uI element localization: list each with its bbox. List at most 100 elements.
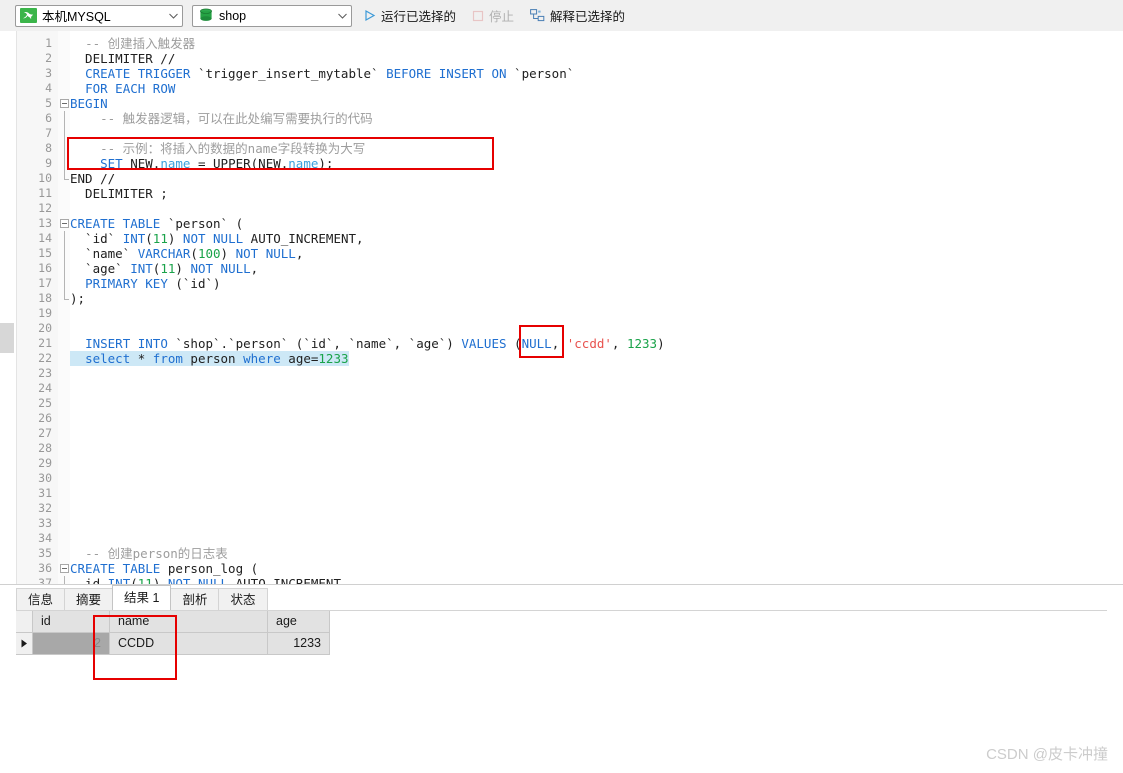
vertical-scroll-thumb[interactable] (0, 323, 14, 353)
cell-age[interactable]: 1233 (268, 633, 330, 655)
code-line[interactable]: CREATE TABLE person_log ( (70, 561, 258, 576)
line-number: 35 (38, 546, 52, 560)
code-line[interactable]: -- 触发器逻辑，可以在此处编写需要执行的代码 (70, 111, 373, 126)
code-line[interactable]: -- 示例：将插入的数据的name字段转换为大写 (70, 141, 365, 156)
code-token: age= (280, 351, 319, 366)
line-number: 2 (45, 51, 52, 65)
code-line[interactable]: BEGIN (70, 96, 108, 111)
code-token: 100 (197, 246, 221, 261)
fold-collapse-icon[interactable] (60, 219, 69, 228)
database-selector[interactable]: shop (192, 4, 352, 27)
column-header[interactable]: age (268, 611, 330, 633)
current-row-indicator (16, 633, 33, 655)
explain-selected-button[interactable]: 解释已选择的 (525, 4, 630, 28)
chevron-down-icon[interactable] (165, 13, 182, 19)
cell-id[interactable]: 2 (33, 633, 110, 655)
code-token: DELIMITER ; (70, 186, 168, 201)
code-line[interactable]: `id` INT(11) NOT NULL AUTO_INCREMENT, (70, 231, 364, 246)
code-line[interactable]: -- 创建插入触发器 (70, 36, 195, 51)
fold-collapse-icon[interactable] (60, 99, 69, 108)
fold-guide-line (64, 126, 65, 141)
code-token: INT (122, 231, 146, 246)
mysql-dolphin-icon (20, 8, 37, 23)
code-token: `shop`.`person` (`id`, `name`, `age`) (167, 336, 462, 351)
code-token: END // (70, 171, 116, 186)
code-token: SET (100, 156, 123, 171)
code-line[interactable]: INSERT INTO `shop`.`person` (`id`, `name… (70, 336, 665, 351)
code-line[interactable]: id INT(11) NOT NULL AUTO_INCREMENT, (70, 576, 348, 584)
code-line[interactable]: SET NEW.name = UPPER(NEW.name); (70, 156, 333, 171)
code-token: , (551, 336, 567, 351)
connection-selector[interactable]: 本机MYSQL (15, 4, 183, 27)
tab-active[interactable]: 结果 1 (112, 585, 172, 610)
line-number: 6 (45, 111, 52, 125)
code-line[interactable]: `name` VARCHAR(100) NOT NULL, (70, 246, 303, 261)
line-number: 21 (38, 336, 52, 350)
table-row[interactable]: 2 CCDD 1233 (16, 633, 330, 655)
code-line[interactable]: FOR EACH ROW (70, 81, 175, 96)
code-line[interactable]: END // (70, 171, 115, 186)
fold-guide-line (64, 141, 65, 156)
code-line[interactable]: PRIMARY KEY (`id`) (70, 276, 220, 291)
sql-editor-window: 本机MYSQL shop 运行已选择的 停止 解释已选择的 1 2 3 4 5 … (0, 0, 1123, 773)
line-number: 27 (38, 426, 52, 440)
code-token: ( (190, 246, 198, 261)
code-line[interactable]: DELIMITER // (70, 51, 175, 66)
stop-button[interactable]: 停止 (467, 4, 519, 28)
column-header[interactable]: id (33, 611, 110, 633)
line-number: 5 (45, 96, 52, 110)
fold-guide-line (64, 291, 65, 299)
fold-collapse-icon[interactable] (60, 564, 69, 573)
code-line[interactable]: DELIMITER ; (70, 186, 168, 201)
tab-item[interactable]: 摘要 (64, 588, 114, 610)
fold-guide-line (64, 261, 65, 276)
fold-guide-line (64, 276, 65, 291)
code-line[interactable]: CREATE TABLE `person` ( (70, 216, 243, 231)
code-line[interactable]: `age` INT(11) NOT NULL, (70, 261, 258, 276)
code-token: VALUES (461, 336, 507, 351)
tab-item[interactable]: 状态 (218, 588, 268, 610)
code-token: name (288, 156, 319, 171)
line-number: 1 (45, 36, 52, 50)
sql-code-editor[interactable]: 1 2 3 4 5 6 7 8 9 10 11 12 13 14 15 16 17 18 19 20 21 22 23 24 2… (0, 31, 1123, 584)
code-fold-column[interactable] (58, 31, 70, 584)
line-number: 12 (38, 201, 52, 215)
line-number: 24 (38, 381, 52, 395)
code-line[interactable]: CREATE TRIGGER `trigger_insert_mytable` … (70, 66, 574, 81)
line-number: 3 (45, 66, 52, 80)
line-number: 13 (38, 216, 52, 230)
line-number: 32 (38, 501, 52, 515)
results-grid[interactable]: id name age 2 CCDD 1233 (16, 611, 1107, 671)
cell-name[interactable]: CCDD (110, 633, 268, 655)
line-number: 30 (38, 471, 52, 485)
run-selected-button[interactable]: 运行已选择的 (358, 4, 461, 28)
code-line[interactable]: select * from person where age=1233 (70, 351, 349, 366)
code-token: -- 触发器逻辑，可以在此处编写需要执行的代码 (100, 111, 373, 126)
chevron-down-icon[interactable] (334, 13, 351, 19)
line-number: 10 (38, 171, 52, 185)
code-text-area[interactable]: -- 创建插入触发器 DELIMITER // CREATE TRIGGER `… (70, 31, 1123, 584)
code-line[interactable]: ); (70, 291, 85, 306)
main-toolbar: 本机MYSQL shop 运行已选择的 停止 解释已选择的 (0, 0, 1123, 32)
tab-item[interactable]: 信息 (16, 588, 66, 610)
code-token: BEGIN (70, 96, 108, 111)
code-token: PRIMARY KEY (85, 276, 168, 291)
code-token: ( (145, 231, 153, 246)
tab-item[interactable]: 剖析 (170, 588, 220, 610)
code-token: CREATE TRIGGER (85, 66, 191, 81)
line-number: 17 (38, 276, 52, 290)
column-header[interactable]: name (110, 611, 268, 633)
code-token: from (152, 351, 183, 366)
code-token: NULL (521, 336, 552, 351)
line-number: 34 (38, 531, 52, 545)
code-line[interactable]: -- 创建person的日志表 (70, 546, 228, 561)
code-token: -- 创建person的日志表 (85, 546, 228, 561)
database-cylinder-icon (197, 8, 214, 23)
